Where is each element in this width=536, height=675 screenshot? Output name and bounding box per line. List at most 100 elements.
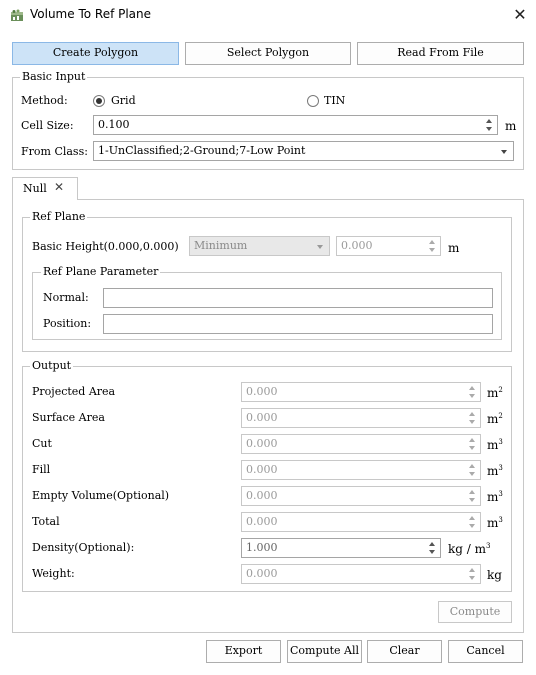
spin-arrows-icon[interactable] [486,118,494,132]
unit-text: kg [487,568,502,582]
app-icon [11,9,23,21]
spin-arrows-icon[interactable] [429,541,437,555]
projected-area-field: 0.000 [241,382,481,402]
spin-arrows-icon [469,515,477,529]
spin-arrows-icon [469,437,477,451]
total-field: 0.000 [241,512,481,532]
total-unit: m3 [487,516,503,530]
surface-area-label: Surface Area [32,411,105,424]
height-mode-select: Minimum [189,236,330,256]
method-tin-radio[interactable] [307,95,319,107]
cut-label: Cut [32,437,52,450]
height-mode-value: Minimum [194,239,248,252]
weight-label: Weight: [32,567,75,580]
normal-label: Normal: [43,291,89,304]
total-label: Total [32,515,60,528]
total-value: 0.000 [246,515,278,528]
unit-text: kg / m [448,542,487,556]
height-value: 0.000 [341,239,373,252]
fill-unit: m3 [487,464,503,478]
method-grid-label[interactable]: Grid [111,94,136,108]
density-value: 1.000 [246,541,278,554]
height-unit: m [448,241,460,255]
tab-joiner [13,198,77,201]
title-bar: Volume To Ref Plane ✕ [0,0,536,32]
unit-sup: 2 [498,412,503,420]
weight-unit: kg [487,568,502,582]
close-icon[interactable]: ✕ [510,5,530,25]
clear-button[interactable]: Clear [367,640,442,663]
unit-text: m [487,516,499,530]
density-label: Density(Optional): [32,541,135,554]
empty-volume-unit: m3 [487,490,503,504]
export-button[interactable]: Export [206,640,281,663]
cut-value: 0.000 [246,437,278,450]
cell-size-input[interactable]: 0.100 [93,115,498,135]
empty-volume-label: Empty Volume(Optional) [32,489,170,502]
method-grid-radio[interactable] [93,95,105,107]
basic-height-label: Basic Height(0.000,0.000) [32,240,179,253]
cut-unit: m3 [487,438,503,452]
close-icon[interactable]: ✕ [54,180,64,194]
projected-area-label: Projected Area [32,385,116,398]
unit-text: m [487,386,499,400]
unit-sup: 3 [486,542,491,550]
spin-arrows-icon [469,385,477,399]
empty-volume-field: 0.000 [241,486,481,506]
unit-sup: 3 [498,464,503,472]
surface-area-value: 0.000 [246,411,278,424]
position-input[interactable] [103,314,493,334]
spin-arrows-icon [469,463,477,477]
weight-field: 0.000 [241,564,481,584]
fill-field: 0.000 [241,460,481,480]
window-title: Volume To Ref Plane [30,7,152,21]
unit-text: m [487,490,499,504]
cell-size-unit: m [505,119,517,133]
tab-null[interactable]: Null ✕ [12,177,78,200]
spin-arrows-icon [469,567,477,581]
output-legend: Output [30,359,74,372]
read-from-file-button[interactable]: Read From File [357,42,524,65]
surface-area-field: 0.000 [241,408,481,428]
basic-input-legend: Basic Input [20,70,88,83]
cell-size-label: Cell Size: [21,119,74,132]
unit-text: m [487,438,499,452]
from-class-label: From Class: [21,145,88,158]
cut-field: 0.000 [241,434,481,454]
chevron-down-icon [317,245,323,249]
unit-text: m [487,412,499,426]
height-value-input: 0.000 [336,236,441,256]
surface-area-unit: m2 [487,412,503,426]
compute-all-button[interactable]: Compute All [287,640,362,663]
from-class-select[interactable]: 1-UnClassified;2-Ground;7-Low Point [93,141,514,161]
empty-volume-value: 0.000 [246,489,278,502]
chevron-down-icon [501,150,507,154]
normal-input[interactable] [103,288,493,308]
spin-arrows-icon [429,239,437,253]
tab-label: Null [23,182,47,195]
ref-plane-legend: Ref Plane [30,210,88,223]
fill-value: 0.000 [246,463,278,476]
unit-sup: 3 [498,438,503,446]
cell-size-value: 0.100 [98,118,130,131]
density-unit: kg / m3 [448,542,490,556]
density-input[interactable]: 1.000 [241,538,441,558]
unit-sup: 3 [498,516,503,524]
compute-button[interactable]: Compute [438,601,512,623]
fill-label: Fill [32,463,51,476]
spin-arrows-icon [469,489,477,503]
weight-value: 0.000 [246,567,278,580]
unit-sup: 2 [498,386,503,394]
create-polygon-button[interactable]: Create Polygon [12,42,179,65]
projected-area-unit: m2 [487,386,503,400]
unit-sup: 3 [498,490,503,498]
from-class-value: 1-UnClassified;2-Ground;7-Low Point [98,144,306,157]
method-label: Method: [21,94,68,107]
ref-plane-parameter-legend: Ref Plane Parameter [41,265,161,278]
projected-area-value: 0.000 [246,385,278,398]
spin-arrows-icon [469,411,477,425]
select-polygon-button[interactable]: Select Polygon [185,42,351,65]
cancel-button[interactable]: Cancel [448,640,523,663]
position-label: Position: [43,317,92,330]
method-tin-label[interactable]: TIN [324,94,345,108]
